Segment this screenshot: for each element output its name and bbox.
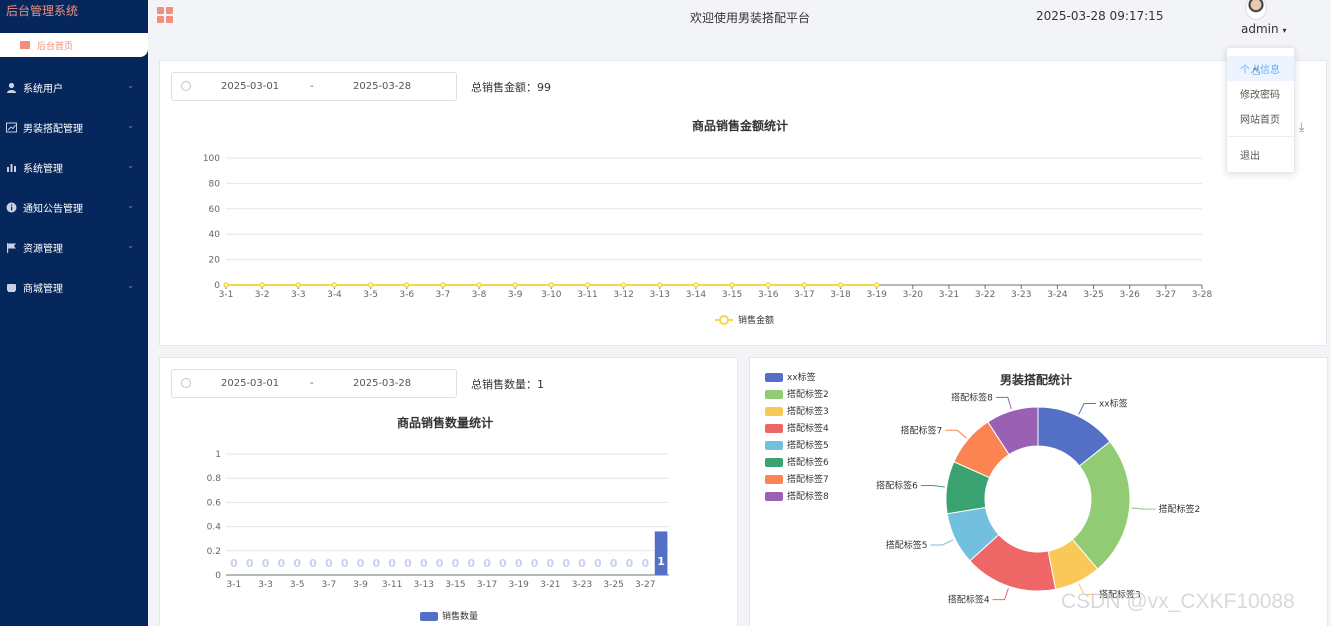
legend-swatch: [765, 441, 783, 450]
pie-chart: xx标签搭配标签2搭配标签3搭配标签4搭配标签5搭配标签6搭配标签7搭配标签8x…: [765, 371, 1201, 606]
legend-swatch: [765, 492, 783, 501]
label-line: [930, 539, 954, 546]
dropdown-item-site-home[interactable]: 网站首页: [1227, 106, 1294, 131]
dropdown-item-logout[interactable]: 退出: [1227, 142, 1294, 167]
legend-swatch: [765, 390, 783, 399]
label-line: [1131, 507, 1156, 510]
legend-label: 搭配标签6: [787, 456, 829, 468]
legend-label: 搭配标签7: [787, 473, 829, 485]
legend-label: 搭配标签2: [787, 388, 829, 400]
dropdown-item-change-password[interactable]: 修改密码: [1227, 81, 1294, 106]
watermark: CSDN @vx_CXKF10088: [1061, 590, 1295, 613]
legend-label: 搭配标签8: [787, 490, 829, 502]
slice-label: xx标签: [1099, 397, 1128, 409]
label-line: [945, 429, 967, 439]
slice-label: 搭配标签4: [948, 594, 990, 606]
label-line: [992, 588, 1009, 601]
label-line: [1078, 402, 1096, 415]
slice-label: 搭配标签6: [876, 479, 918, 491]
hand-cursor-icon: ☝: [1252, 63, 1261, 79]
slice-label: 搭配标签5: [886, 539, 928, 551]
slice-label: 搭配标签8: [951, 391, 993, 403]
label-line: [920, 484, 945, 488]
legend-swatch: [765, 424, 783, 433]
legend-swatch: [765, 475, 783, 484]
legend-label: 搭配标签3: [787, 405, 829, 417]
slice-label: 搭配标签2: [1159, 503, 1201, 515]
dropdown-divider: [1227, 136, 1294, 137]
legend-swatch: [765, 407, 783, 416]
legend-swatch: [765, 373, 783, 382]
legend-label: 搭配标签5: [787, 439, 829, 451]
legend-swatch: [765, 458, 783, 467]
legend-label: xx标签: [787, 371, 816, 383]
legend-label: 搭配标签4: [787, 422, 829, 434]
label-line: [995, 396, 1012, 410]
slice-label: 搭配标签7: [901, 424, 943, 436]
